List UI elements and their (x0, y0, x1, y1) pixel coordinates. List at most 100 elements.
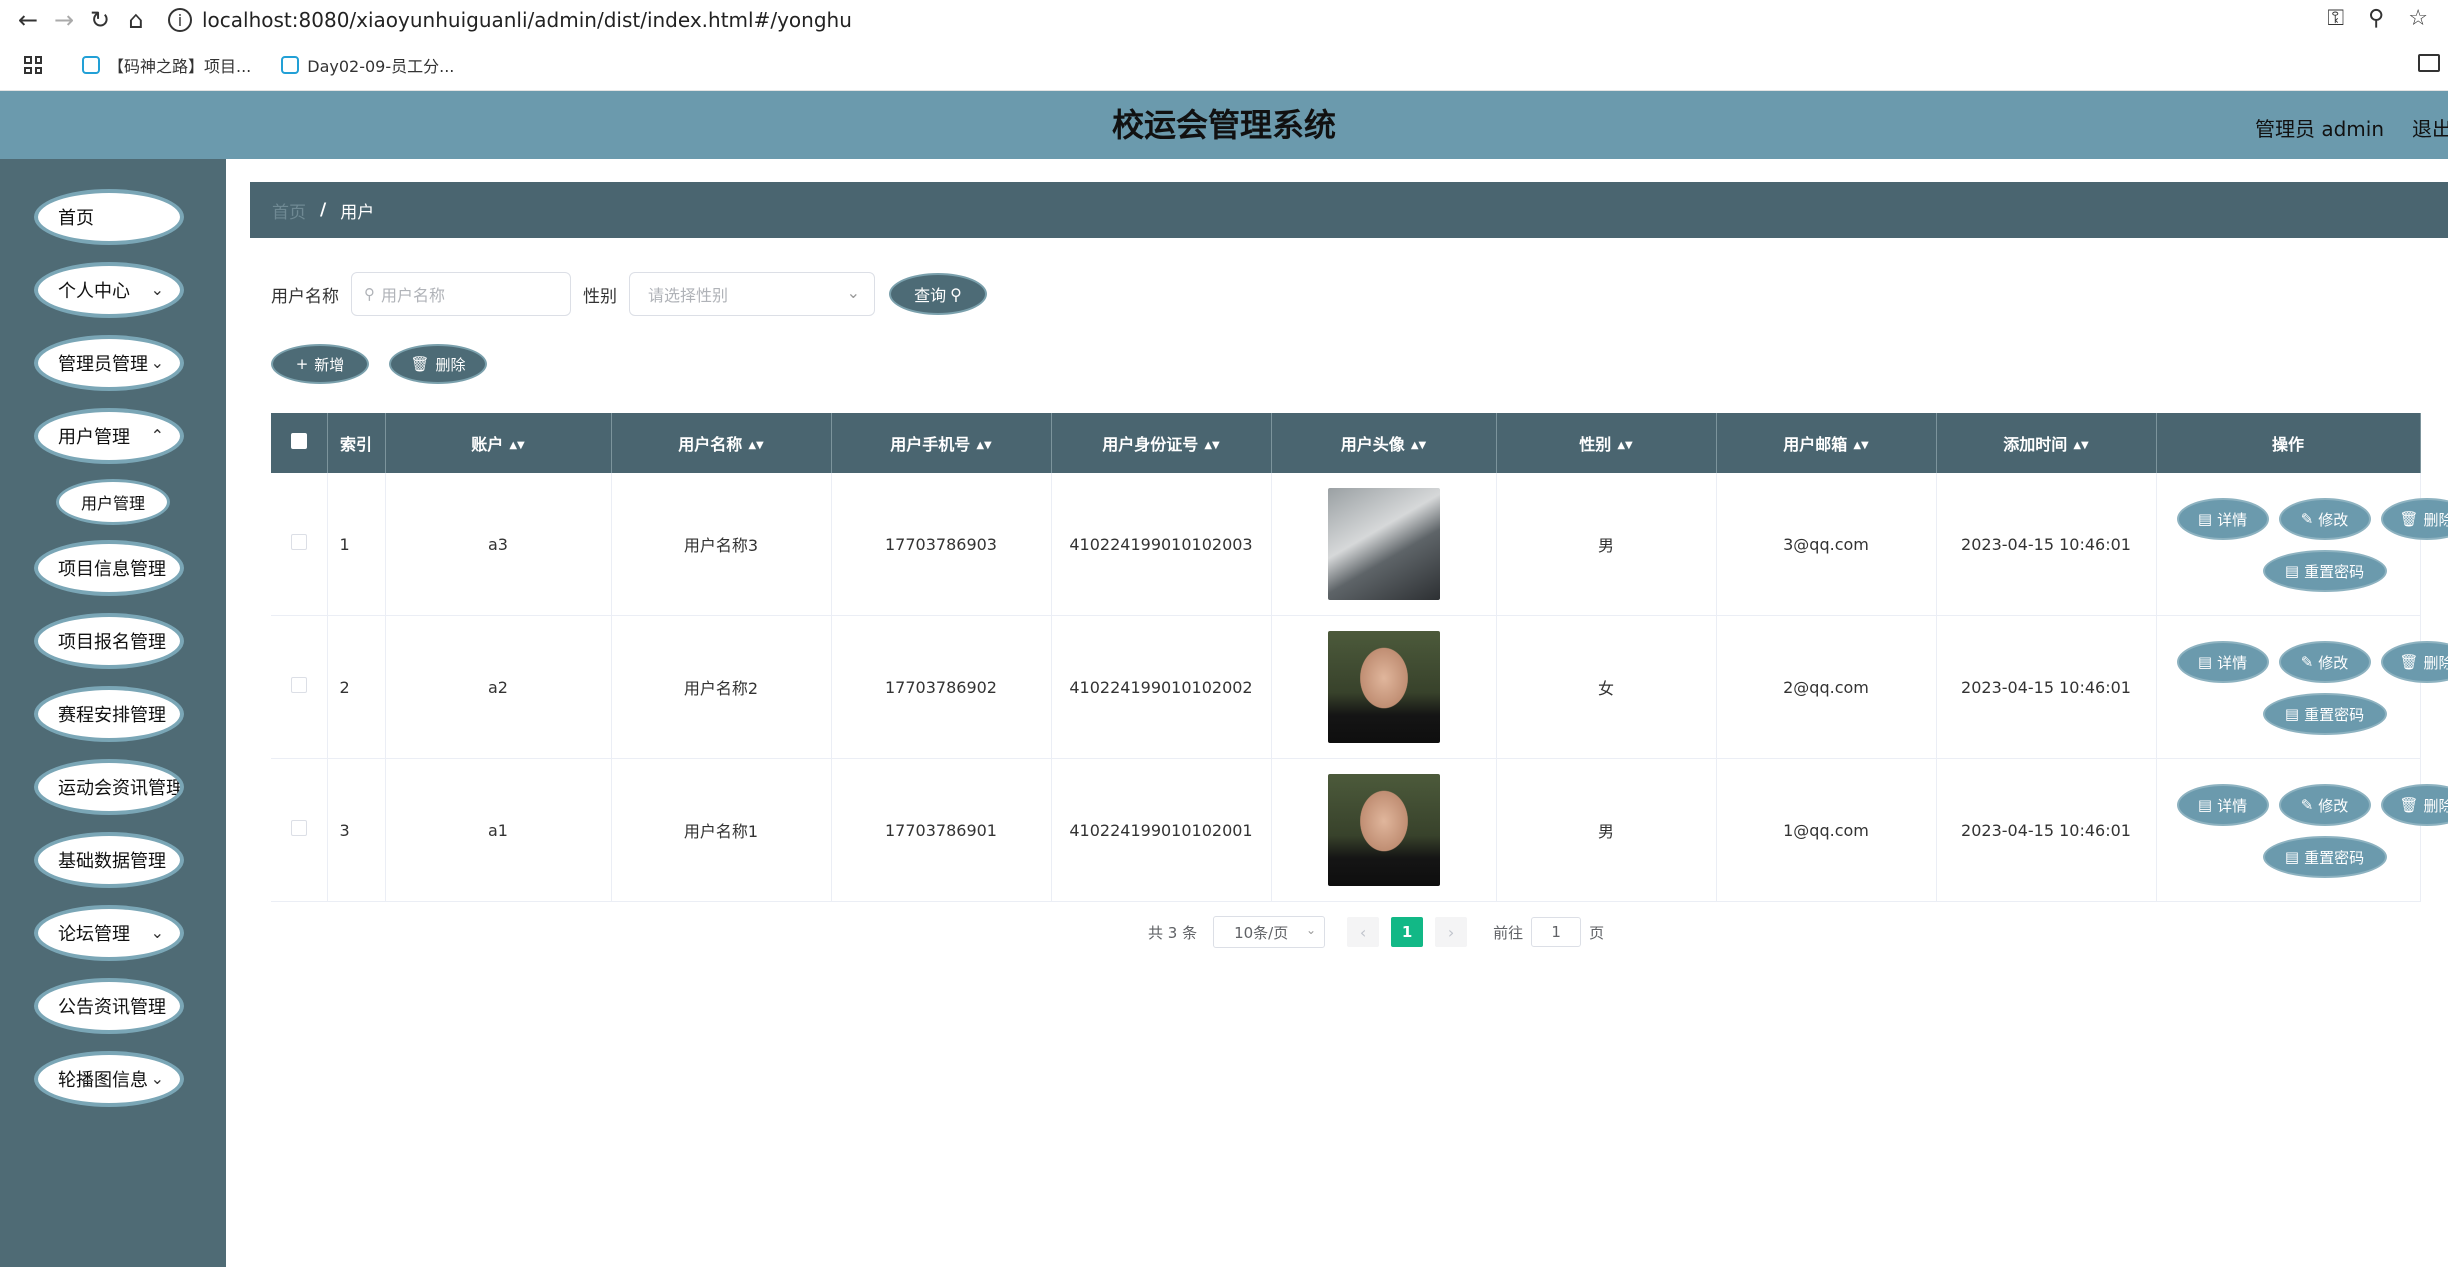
edit-label: 修改 (2318, 653, 2349, 672)
sidebar-item-sports-news[interactable]: 运动会资讯管理 (34, 759, 184, 815)
select-all-checkbox[interactable] (290, 433, 307, 449)
sidebar-item-personal-center[interactable]: 个人中心 ⌄ (34, 262, 184, 318)
goto-label: 前往 (1493, 923, 1524, 942)
password-key-icon[interactable]: ⚿ (2327, 6, 2344, 31)
table-row: 3 a1 用户名称1 17703786901 41022419901010200… (271, 758, 2448, 902)
sidebar-item-label: 首页 (58, 208, 94, 229)
reset-password-button[interactable]: ▤ 重置密码 (2262, 550, 2387, 592)
column-header[interactable]: 用户手机号 ▲▼ (831, 413, 1052, 473)
forward-icon[interactable]: → (46, 2, 82, 38)
reset-password-button[interactable]: ▤ 重置密码 (2262, 836, 2387, 878)
cell-email: 3@qq.com (1716, 473, 1937, 616)
sidebar-item-project-info[interactable]: 项目信息管理 (34, 540, 184, 596)
page-size-select[interactable]: 10条/页 ⌄ (1213, 916, 1326, 948)
row-checkbox[interactable] (290, 677, 307, 693)
column-header: 操作 (2156, 413, 2421, 473)
column-header[interactable]: 用户名称 ▲▼ (611, 413, 832, 473)
breadcrumb-home[interactable]: 首页 (272, 198, 306, 223)
table-row: 1 a3 用户名称3 17703786903 41022419901010200… (271, 473, 2448, 616)
prev-page-button[interactable]: ‹ (1347, 917, 1380, 947)
reload-icon[interactable]: ↻ (82, 2, 118, 38)
next-page-button[interactable]: › (1435, 917, 1468, 947)
cell-phone: 17703786901 (831, 758, 1052, 902)
bookmark-star-icon[interactable]: ☆ (2408, 6, 2428, 31)
sidebar-item-home[interactable]: 首页 (34, 189, 184, 245)
zoom-icon[interactable]: ⚲ (2368, 6, 2384, 31)
detail-button[interactable]: ▤ 详情 (2176, 784, 2269, 826)
apps-icon[interactable] (24, 56, 42, 74)
search-icon: ⚲ (364, 285, 375, 303)
sidebar-item-announcements[interactable]: 公告资讯管理 (34, 978, 184, 1034)
query-button[interactable]: 查询 ⚲ (889, 273, 987, 315)
address-bar[interactable]: localhost:8080/xiaoyunhuiguanli/admin/di… (202, 8, 852, 32)
submenu-item-user-management[interactable]: 用户管理 (56, 479, 170, 525)
row-checkbox[interactable] (290, 534, 307, 550)
goto-page-input[interactable]: 1 (1531, 917, 1582, 947)
column-header[interactable]: 添加时间 ▲▼ (1936, 413, 2157, 473)
detail-button[interactable]: ▤ 详情 (2176, 641, 2269, 683)
delete-button[interactable]: 🗑 删除 (2380, 498, 2448, 540)
bookmark-label: Day02-09-员工分... (307, 57, 455, 76)
logout-link[interactable]: 退出 (2412, 113, 2448, 142)
detail-button[interactable]: ▤ 详情 (2176, 498, 2269, 540)
sidebar-item-label: 项目信息管理 (58, 559, 166, 580)
cell-account: a1 (385, 758, 612, 902)
username-search-input[interactable]: ⚲ 用户名称 (351, 272, 571, 316)
sort-icon[interactable]: ▲▼ (1617, 440, 1632, 451)
sidebar-item-project-signup[interactable]: 项目报名管理 (34, 613, 184, 669)
edit-button[interactable]: ✎ 修改 (2278, 784, 2371, 826)
back-icon[interactable]: ← (10, 2, 46, 38)
cell-avatar (1271, 615, 1497, 759)
trash-icon: 🗑 (2399, 796, 2419, 814)
sort-icon[interactable]: ▲▼ (1411, 440, 1426, 451)
sort-icon[interactable]: ▲▼ (1853, 440, 1868, 451)
batch-delete-button[interactable]: 🗑 删除 (389, 344, 487, 384)
table-row: 2 a2 用户名称2 17703786902 41022419901010200… (271, 615, 2448, 759)
reset-password-button[interactable]: ▤ 重置密码 (2262, 693, 2387, 735)
column-label: 用户身份证号 (1102, 435, 1199, 454)
add-button[interactable]: + 新增 (271, 344, 369, 384)
home-icon[interactable]: ⌂ (118, 2, 154, 38)
row-select-cell (271, 473, 328, 616)
row-checkbox[interactable] (290, 820, 307, 836)
avatar[interactable] (1327, 488, 1440, 600)
document-icon: ▤ (2284, 848, 2300, 866)
sidebar-item-admin-management[interactable]: 管理员管理 ⌄ (34, 335, 184, 391)
folder-icon[interactable] (2418, 54, 2440, 72)
avatar[interactable] (1327, 631, 1440, 743)
chevron-down-icon: ⌄ (150, 923, 164, 942)
sort-icon[interactable]: ▲▼ (509, 440, 524, 451)
sort-icon[interactable]: ▲▼ (2073, 440, 2088, 451)
cell-phone: 17703786903 (831, 473, 1052, 616)
chevron-down-icon: ⌄ (150, 353, 164, 372)
column-header[interactable]: 性别 ▲▼ (1496, 413, 1717, 473)
sort-icon[interactable]: ▲▼ (748, 440, 763, 451)
column-header[interactable]: 账户 ▲▼ (385, 413, 612, 473)
sidebar-item-user-management[interactable]: 用户管理 ⌃ (34, 408, 184, 464)
gender-select[interactable]: 请选择性别 ⌄ (629, 272, 875, 316)
sidebar-item-label: 管理员管理 (58, 354, 148, 375)
sort-icon[interactable]: ▲▼ (1204, 440, 1219, 451)
cell-account: a3 (385, 473, 612, 616)
delete-button[interactable]: 🗑 删除 (2380, 641, 2448, 683)
column-header: 索引 (327, 413, 386, 473)
avatar[interactable] (1327, 774, 1440, 886)
column-header[interactable]: 用户头像 ▲▼ (1271, 413, 1497, 473)
sidebar-item-schedule[interactable]: 赛程安排管理 (34, 686, 184, 742)
site-info-icon[interactable]: i (168, 8, 192, 32)
sort-icon[interactable]: ▲▼ (976, 440, 991, 451)
column-header[interactable]: 用户身份证号 ▲▼ (1051, 413, 1272, 473)
delete-button-label: 删除 (435, 355, 466, 374)
sidebar-item-forum[interactable]: 论坛管理 ⌄ (34, 905, 184, 961)
sidebar-item-basic-data[interactable]: 基础数据管理 (34, 832, 184, 888)
edit-button[interactable]: ✎ 修改 (2278, 641, 2371, 683)
column-header[interactable]: 用户邮箱 ▲▼ (1716, 413, 1937, 473)
delete-button[interactable]: 🗑 删除 (2380, 784, 2448, 826)
gender-placeholder: 请选择性别 (648, 286, 729, 305)
page-number-current[interactable]: 1 (1391, 917, 1424, 947)
bookmark-item[interactable]: 【码神之路】项目... (82, 53, 251, 77)
edit-button[interactable]: ✎ 修改 (2278, 498, 2371, 540)
sidebar-item-carousel[interactable]: 轮播图信息 ⌄ (34, 1051, 184, 1107)
bookmark-item[interactable]: Day02-09-员工分... (281, 53, 454, 77)
chevron-up-icon: ⌃ (150, 426, 164, 445)
